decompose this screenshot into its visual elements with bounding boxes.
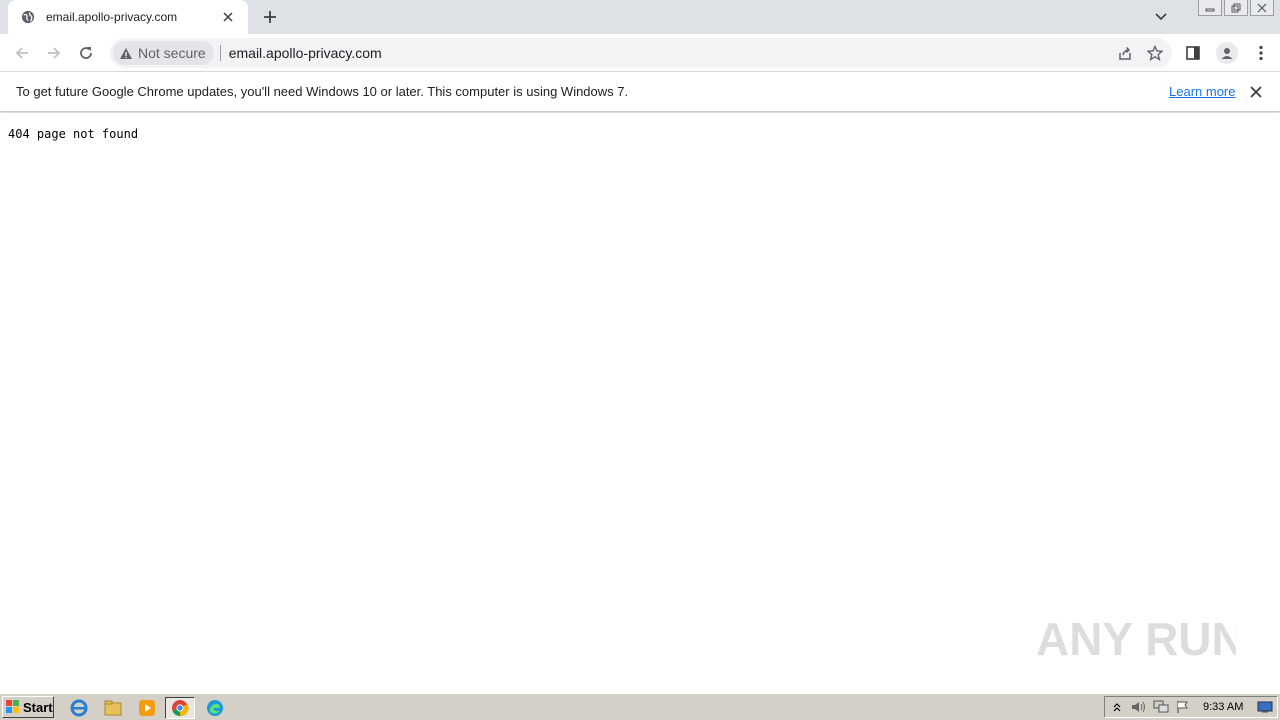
omnibox-divider: [219, 45, 221, 61]
anyrun-watermark: ANY RUN: [1036, 605, 1236, 669]
windows-flag-icon: [6, 700, 19, 713]
volume-icon[interactable]: [1129, 697, 1149, 717]
reload-button[interactable]: [74, 41, 98, 65]
window-controls: [1198, 0, 1274, 18]
explorer-taskbar-icon[interactable]: [102, 697, 124, 719]
flag-icon[interactable]: [1173, 697, 1193, 717]
omnibox-actions: [1114, 42, 1166, 64]
error-message: 404 page not found: [8, 127, 139, 141]
watermark-text: ANY RUN: [1036, 613, 1236, 665]
tab-strip: email.apollo-privacy.com: [0, 0, 1280, 34]
browser-toolbar: Not secure email.apollo-privacy.com: [0, 34, 1280, 72]
warning-icon: [120, 47, 132, 59]
chevron-down-icon: [1155, 13, 1167, 21]
arrow-right-icon: [48, 47, 61, 59]
learn-more-link[interactable]: Learn more: [1169, 84, 1235, 99]
arrow-left-icon: [15, 47, 28, 59]
new-tab-button[interactable]: [258, 5, 282, 29]
show-desktop-icon[interactable]: [1255, 697, 1275, 717]
minimize-button[interactable]: [1198, 0, 1222, 16]
url-text[interactable]: email.apollo-privacy.com: [229, 45, 382, 61]
edge-taskbar-icon[interactable]: [204, 697, 226, 719]
close-window-button[interactable]: [1250, 0, 1274, 16]
star-icon: [1147, 45, 1163, 61]
globe-icon: [20, 9, 36, 25]
network-icon[interactable]: [1151, 697, 1171, 717]
side-panel-icon: [1186, 46, 1200, 60]
back-button[interactable]: [10, 41, 34, 65]
start-label: Start: [23, 699, 53, 715]
update-infobar: To get future Google Chrome updates, you…: [0, 72, 1280, 112]
close-icon: [1257, 3, 1267, 12]
clock[interactable]: 9:33 AM: [1203, 701, 1243, 713]
ie-taskbar-icon[interactable]: [68, 697, 90, 719]
security-chip[interactable]: Not secure: [113, 41, 214, 65]
avatar: [1216, 42, 1238, 64]
chrome-taskbar-icon[interactable]: [165, 697, 195, 719]
restore-button[interactable]: [1224, 0, 1248, 16]
chevron-up-icon[interactable]: [1107, 697, 1127, 717]
reload-icon: [80, 47, 92, 59]
share-button[interactable]: [1114, 42, 1136, 64]
share-icon: [1119, 46, 1131, 60]
restore-icon: [1231, 3, 1241, 12]
tab-search-button[interactable]: [1150, 6, 1172, 28]
tab-title: email.apollo-privacy.com: [46, 10, 178, 24]
browser-tab[interactable]: email.apollo-privacy.com: [8, 0, 248, 34]
security-label: Not secure: [138, 45, 206, 61]
anyrun-logo: ANY RUN: [1036, 613, 1236, 665]
system-tray: 9:33 AM: [1104, 696, 1278, 718]
bookmark-button[interactable]: [1144, 42, 1166, 64]
infobar-message: To get future Google Chrome updates, you…: [16, 84, 629, 99]
start-button[interactable]: Start: [2, 696, 54, 718]
profile-button[interactable]: [1214, 40, 1240, 66]
menu-button[interactable]: [1248, 40, 1274, 66]
taskbar: Start 9:33 AM: [0, 693, 1280, 720]
address-bar[interactable]: Not secure email.apollo-privacy.com: [110, 38, 1172, 68]
tab-close-icon[interactable]: [220, 9, 236, 25]
toolbar-actions: [1180, 40, 1274, 66]
plus-icon: [264, 11, 276, 23]
forward-button[interactable]: [42, 41, 66, 65]
side-panel-button[interactable]: [1180, 40, 1206, 66]
minimize-icon: [1205, 8, 1215, 11]
person-icon: [1221, 48, 1233, 59]
infobar-close-icon[interactable]: [1248, 84, 1264, 100]
more-vert-icon: [1259, 45, 1263, 61]
media-player-taskbar-icon[interactable]: [136, 697, 158, 719]
